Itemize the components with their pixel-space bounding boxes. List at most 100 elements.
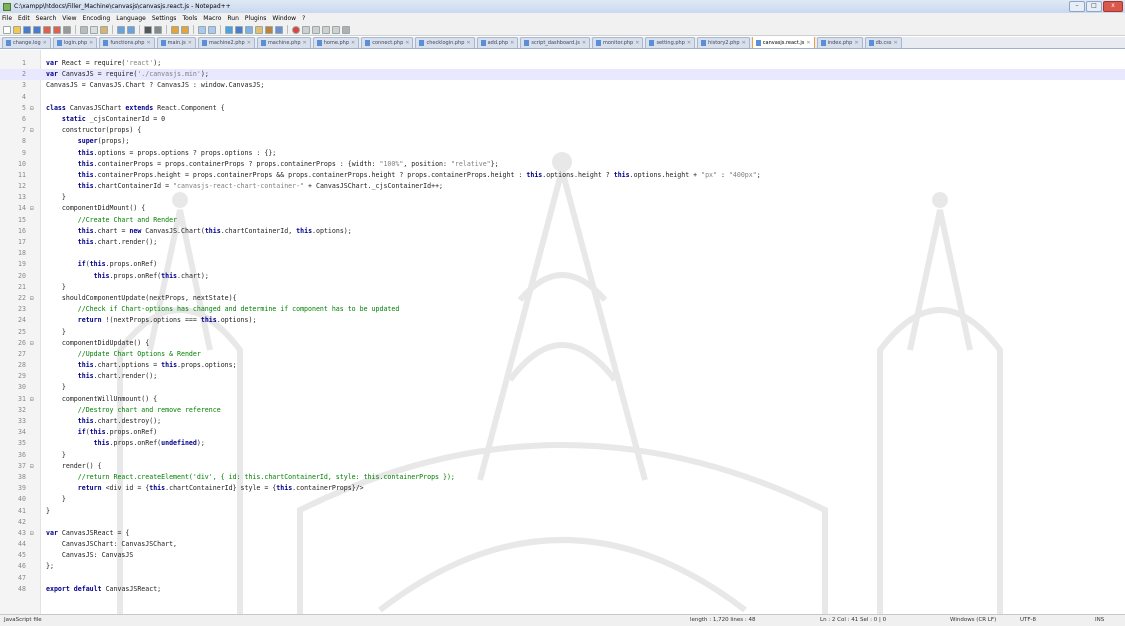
tab-home-php[interactable]: home.php ✕ bbox=[312, 37, 360, 48]
code-line[interactable]: 4 bbox=[0, 92, 1125, 103]
code-line[interactable]: 19 if(this.props.onRef) bbox=[0, 259, 1125, 270]
tab-index-php[interactable]: index.php ✕ bbox=[816, 37, 863, 48]
find-icon[interactable] bbox=[144, 25, 152, 34]
print-icon[interactable] bbox=[63, 25, 71, 34]
menu-tools[interactable]: Tools bbox=[182, 15, 197, 22]
code-line[interactable]: 6 static _cjsContainerId = 0 bbox=[0, 114, 1125, 125]
zoom-out-icon[interactable] bbox=[181, 25, 189, 34]
fold-marker-icon[interactable]: ⊟ bbox=[30, 125, 34, 136]
fold-marker-icon[interactable]: ⊟ bbox=[30, 528, 34, 539]
sync-v-scroll-icon[interactable] bbox=[198, 25, 206, 34]
fold-marker-icon[interactable]: ⊟ bbox=[30, 338, 34, 349]
code-line[interactable]: 5 ⊟ class CanvasJSChart extends React.Comp… bbox=[0, 103, 1125, 114]
code-line[interactable]: 37 ⊟ render() { bbox=[0, 461, 1125, 472]
word-wrap-icon[interactable] bbox=[225, 25, 233, 34]
code-line[interactable]: 1 var React = require('react'); bbox=[0, 58, 1125, 69]
code-line[interactable]: 9 this.options = props.options ? props.o… bbox=[0, 148, 1125, 159]
cut-icon[interactable] bbox=[80, 25, 88, 34]
tab-close-icon[interactable]: ✕ bbox=[466, 38, 470, 48]
code-line[interactable]: 46}; bbox=[0, 561, 1125, 572]
tab-db-css[interactable]: db.css ✕ bbox=[864, 37, 902, 48]
code-line[interactable]: 35 this.props.onRef(undefined); bbox=[0, 438, 1125, 449]
code-line[interactable]: 28 this.chart.options = this.props.optio… bbox=[0, 360, 1125, 371]
code-line[interactable]: 3 CanvasJS = CanvasJS.Chart ? CanvasJS : … bbox=[0, 80, 1125, 91]
code-line[interactable]: 23 //Check if Chart-options has changed … bbox=[0, 304, 1125, 315]
undo-icon[interactable] bbox=[117, 25, 125, 34]
maximize-button[interactable]: □ bbox=[1086, 1, 1102, 12]
play-multiple-macro-icon[interactable] bbox=[322, 25, 330, 34]
menu-macro[interactable]: Macro bbox=[203, 15, 221, 22]
menu-plugins[interactable]: Plugins bbox=[245, 15, 267, 22]
tab-connect-php[interactable]: connect.php ✕ bbox=[361, 37, 414, 48]
tab-close-icon[interactable]: ✕ bbox=[303, 38, 307, 48]
code-editor[interactable]: 1 var React = require('react'); 2 var Canva… bbox=[0, 50, 1125, 614]
code-line[interactable]: 2 var CanvasJS = require('./canvasjs.min'… bbox=[0, 69, 1125, 81]
fold-marker-icon[interactable]: ⊟ bbox=[30, 461, 34, 472]
menu-view[interactable]: View bbox=[62, 15, 76, 22]
menu-file[interactable]: File bbox=[2, 15, 12, 22]
save-icon[interactable] bbox=[23, 25, 31, 34]
save-all-icon[interactable] bbox=[33, 25, 41, 34]
code-line[interactable]: 30 } bbox=[0, 382, 1125, 393]
tab-change-log[interactable]: change.log ✕ bbox=[2, 37, 51, 48]
code-line[interactable]: 20 this.props.onRef(this.chart); bbox=[0, 271, 1125, 282]
code-line[interactable]: 41} bbox=[0, 506, 1125, 517]
code-line[interactable]: 29 this.chart.render(); bbox=[0, 371, 1125, 382]
tab-checklogin-php[interactable]: checklogin.php ✕ bbox=[415, 37, 475, 48]
show-all-chars-icon[interactable] bbox=[235, 25, 243, 34]
code-line[interactable]: 7 ⊟ constructor(props) { bbox=[0, 125, 1125, 136]
code-line[interactable]: 22 ⊟ shouldComponentUpdate(nextProps, nex… bbox=[0, 293, 1125, 304]
fold-marker-icon[interactable]: ⊟ bbox=[30, 293, 34, 304]
menu-search[interactable]: Search bbox=[36, 15, 57, 22]
tab-close-icon[interactable]: ✕ bbox=[635, 38, 639, 48]
tab-close-icon[interactable]: ✕ bbox=[188, 38, 192, 48]
tab-monitor-php[interactable]: monitor.php ✕ bbox=[592, 37, 644, 48]
code-line[interactable]: 18 bbox=[0, 248, 1125, 259]
doc-map-icon[interactable] bbox=[265, 25, 273, 34]
tab-functions-php[interactable]: functions.php ✕ bbox=[99, 37, 155, 48]
code-line[interactable]: 11 this.containerProps.height = props.co… bbox=[0, 170, 1125, 181]
close-all-icon[interactable] bbox=[53, 25, 61, 34]
tab-close-icon[interactable]: ✕ bbox=[43, 38, 47, 48]
open-file-icon[interactable] bbox=[13, 25, 21, 34]
spellcheck-icon[interactable] bbox=[342, 25, 350, 34]
code-line[interactable]: 10 this.containerProps = props.container… bbox=[0, 159, 1125, 170]
code-line[interactable]: 45 CanvasJS: CanvasJS bbox=[0, 550, 1125, 561]
tab-close-icon[interactable]: ✕ bbox=[351, 38, 355, 48]
save-macro-icon[interactable] bbox=[332, 25, 340, 34]
code-line[interactable]: 26 ⊟ componentDidUpdate() { bbox=[0, 338, 1125, 349]
udl-icon[interactable] bbox=[255, 25, 263, 34]
code-line[interactable]: 42 bbox=[0, 517, 1125, 528]
code-line[interactable]: 25 } bbox=[0, 327, 1125, 338]
tab-close-icon[interactable]: ✕ bbox=[742, 38, 746, 48]
code-line[interactable]: 34 if(this.props.onRef) bbox=[0, 427, 1125, 438]
play-macro-icon[interactable] bbox=[312, 25, 320, 34]
menu-edit[interactable]: Edit bbox=[18, 15, 30, 22]
tab-login-php[interactable]: login.php ✕ bbox=[52, 37, 98, 48]
code-line[interactable]: 36 } bbox=[0, 450, 1125, 461]
menu-settings[interactable]: Settings bbox=[152, 15, 177, 22]
tab-machine2-php[interactable]: machine2.php ✕ bbox=[197, 37, 255, 48]
redo-icon[interactable] bbox=[127, 25, 135, 34]
code-line[interactable]: 8 super(props); bbox=[0, 136, 1125, 147]
menu-language[interactable]: Language bbox=[116, 15, 146, 22]
code-line[interactable]: 43 ⊟ var CanvasJSReact = { bbox=[0, 528, 1125, 539]
code-line[interactable]: 32 //Destroy chart and remove reference bbox=[0, 405, 1125, 416]
tab-close-icon[interactable]: ✕ bbox=[89, 38, 93, 48]
tab-close-icon[interactable]: ✕ bbox=[893, 38, 897, 48]
tab-close-icon[interactable]: ✕ bbox=[806, 38, 810, 48]
code-line[interactable]: 16 this.chart = new CanvasJS.Chart(this.… bbox=[0, 226, 1125, 237]
code-line[interactable]: 39 return <div id = {this.chartContainer… bbox=[0, 483, 1125, 494]
code-line[interactable]: 12 this.chartContainerId = "canvasjs-rea… bbox=[0, 181, 1125, 192]
tab-close-icon[interactable]: ✕ bbox=[146, 38, 150, 48]
tab-close-icon[interactable]: ✕ bbox=[247, 38, 251, 48]
new-file-icon[interactable] bbox=[3, 25, 11, 34]
code-line[interactable]: 33 this.chart.destroy(); bbox=[0, 416, 1125, 427]
menu-window[interactable]: Window bbox=[272, 15, 296, 22]
tab-canvasjs-react-js[interactable]: canvasjs.react.js ✕ bbox=[751, 37, 815, 48]
code-line[interactable]: 15 //Create Chart and Render bbox=[0, 215, 1125, 226]
tab-main-js[interactable]: main.js ✕ bbox=[156, 37, 196, 48]
code-line[interactable]: 21 } bbox=[0, 282, 1125, 293]
tab-setting-php[interactable]: setting.php ✕ bbox=[645, 37, 696, 48]
stop-macro-icon[interactable] bbox=[302, 25, 310, 34]
